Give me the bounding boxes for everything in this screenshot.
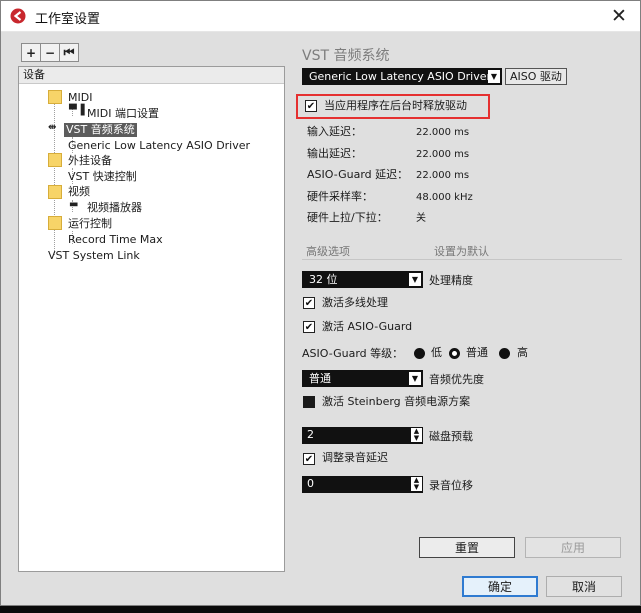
advanced-options-label: 高级选项	[306, 245, 350, 258]
disk-preload-spinbox[interactable]: 2 ▲ ▼	[302, 427, 423, 444]
checkmark-icon: ✔	[306, 100, 316, 112]
guard-level-normal-radio[interactable]	[449, 348, 460, 359]
audio-priority-label: 音频优先度	[429, 373, 484, 386]
close-icon: ✕	[611, 5, 627, 27]
tree-item-transport[interactable]: 运行控制	[68, 217, 112, 231]
pull-up-down-label: 硬件上拉/下拉：	[307, 211, 388, 224]
tree-item-vst-quick-controls[interactable]: VST 快速控制	[68, 170, 137, 184]
remove-device-button[interactable]: −	[40, 43, 60, 62]
tree-item-record-time-max[interactable]: Record Time Max	[68, 233, 163, 247]
chevron-down-icon: ▼	[409, 273, 421, 286]
multi-processing-checkbox[interactable]: ✔	[303, 297, 315, 309]
device-toolbar: + − ⏮	[21, 43, 79, 62]
asio-guard-checkbox[interactable]: ✔	[303, 321, 315, 333]
multi-processing-label: 激活多线处理	[322, 296, 388, 309]
spin-arrows-icon[interactable]: ▲ ▼	[411, 428, 422, 442]
guard-level-high-label: 高	[517, 346, 528, 359]
release-driver-checkbox[interactable]: ✔	[305, 100, 317, 112]
output-latency-label: 输出延迟：	[307, 147, 362, 160]
pull-up-down-value: 关	[416, 213, 426, 224]
asio-guard-latency-value: 22.000 ms	[416, 170, 470, 181]
window-title: 工作室设置	[35, 12, 101, 27]
release-driver-label: 当应用程序在后台时释放驱动	[324, 99, 467, 112]
precision-select-value: 32 位	[309, 273, 338, 286]
asio-guard-label: 激活 ASIO-Guard	[322, 320, 413, 333]
set-default-link[interactable]: 设置为默认	[434, 243, 489, 259]
tree-connector	[54, 90, 55, 255]
skip-back-icon: ⏮	[63, 45, 75, 59]
chevron-down-icon: ▼	[488, 70, 500, 83]
input-latency-label: 输入延迟：	[307, 125, 362, 138]
driver-select-value: Generic Low Latency ASIO Driver	[309, 70, 492, 83]
background-strip	[0, 606, 641, 613]
disk-preload-label: 磁盘预载	[429, 430, 473, 443]
record-offset-label: 录音位移	[429, 479, 473, 492]
guard-level-low-label: 低	[431, 346, 442, 359]
device-tree: 设备 MIDI ▀▐ MIDI 端口设置 ⇹ VST 音频系统 Generic …	[18, 66, 285, 572]
folder-icon	[48, 216, 62, 230]
adjust-latency-checkbox[interactable]: ✔	[303, 453, 315, 465]
reset-device-button[interactable]: ⏮	[59, 43, 79, 62]
spin-arrows-icon[interactable]: ▲ ▼	[411, 477, 422, 491]
tree-item-video-player[interactable]: 视频播放器	[87, 201, 142, 215]
video-player-icon: ▬	[69, 199, 79, 210]
checkmark-icon: ✔	[304, 297, 314, 309]
add-device-button[interactable]: +	[21, 43, 41, 62]
folder-icon	[48, 185, 62, 199]
cancel-button[interactable]: 取消	[546, 576, 622, 597]
checkmark-icon: ✔	[304, 453, 314, 465]
studio-setup-window: 工作室设置 ✕ + − ⏮ 设备 MIDI ▀▐ MIDI 端口设置 ⇹ VST…	[0, 0, 641, 606]
sample-rate-value: 48.000 kHz	[416, 192, 473, 203]
section-divider	[302, 259, 622, 260]
tree-header: 设备	[19, 67, 284, 84]
precision-select[interactable]: 32 位 ▼	[302, 271, 423, 288]
tree-item-vst-system-link[interactable]: VST System Link	[48, 249, 140, 263]
audio-priority-value: 普通	[309, 372, 331, 385]
minus-icon: −	[44, 45, 56, 60]
adjust-latency-label: 调整录音延迟	[322, 451, 388, 464]
tree-item-external-devices[interactable]: 外挂设备	[68, 154, 112, 168]
checkmark-icon: ✔	[304, 321, 314, 333]
guard-level-normal-label: 普通	[466, 346, 488, 359]
folder-icon	[48, 90, 62, 104]
record-offset-spinbox[interactable]: 0 ▲ ▼	[302, 476, 423, 493]
apply-button[interactable]: 应用	[525, 537, 621, 558]
chevron-down-icon: ▼	[409, 372, 421, 385]
cubase-logo-icon	[10, 8, 26, 24]
tree-item-midi[interactable]: MIDI	[68, 91, 92, 105]
tree-item-asio-driver[interactable]: Generic Low Latency ASIO Driver	[68, 139, 250, 153]
record-offset-value: 0	[307, 477, 314, 490]
tree-item-vst-audio-system[interactable]: VST 音频系统	[64, 123, 137, 137]
driver-select[interactable]: Generic Low Latency ASIO Driver ▼	[302, 68, 502, 85]
guard-level-low-radio[interactable]	[414, 348, 425, 359]
power-scheme-checkbox[interactable]	[303, 396, 315, 408]
power-scheme-label: 激活 Steinberg 音频电源方案	[322, 395, 471, 408]
guard-level-high-radio[interactable]	[499, 348, 510, 359]
panel-title: VST 音频系统	[302, 48, 390, 64]
audio-connection-icon: ⇹	[48, 122, 57, 133]
output-latency-value: 22.000 ms	[416, 149, 470, 160]
audio-priority-select[interactable]: 普通 ▼	[302, 370, 423, 387]
asio-driver-button[interactable]: AISO 驱动	[505, 68, 567, 85]
asio-guard-latency-label: ASIO-Guard 延迟：	[307, 168, 409, 181]
ok-button[interactable]: 确定	[462, 576, 538, 597]
disk-preload-value: 2	[307, 428, 314, 441]
plus-icon: +	[25, 45, 37, 60]
folder-icon	[48, 153, 62, 167]
midi-port-icon: ▀▐	[69, 105, 85, 116]
title-bar: 工作室设置 ✕	[1, 1, 640, 32]
tree-item-midi-port-setup[interactable]: MIDI 端口设置	[87, 107, 159, 121]
tree-item-video[interactable]: 视频	[68, 185, 90, 199]
precision-label: 处理精度	[429, 274, 473, 287]
reset-button[interactable]: 重置	[419, 537, 515, 558]
input-latency-value: 22.000 ms	[416, 127, 470, 138]
close-window-button[interactable]: ✕	[604, 2, 634, 30]
sample-rate-label: 硬件采样率：	[307, 190, 373, 203]
guard-level-label: ASIO-Guard 等级：	[302, 347, 404, 360]
